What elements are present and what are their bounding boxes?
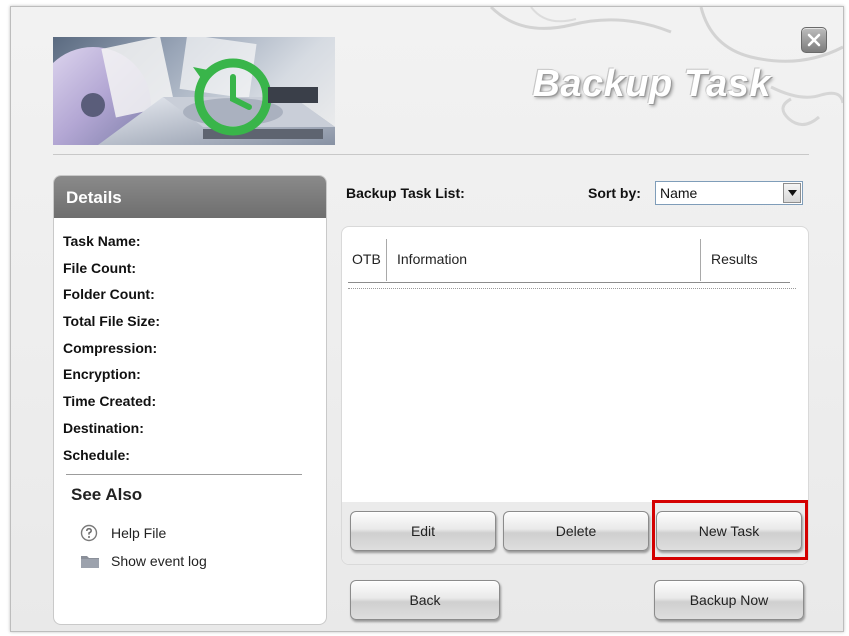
- back-button[interactable]: Back: [350, 580, 500, 620]
- detail-task-name: Task Name:: [63, 233, 141, 249]
- help-file-label: Help File: [111, 525, 167, 542]
- backup-task-window: Backup Task Details Task Name: File Coun…: [10, 6, 844, 632]
- backup-task-list-label: Backup Task List:: [346, 185, 465, 201]
- edit-button[interactable]: Edit: [350, 511, 496, 551]
- show-event-log-link[interactable]: Show event log: [80, 547, 326, 575]
- sort-by-label: Sort by:: [588, 185, 641, 201]
- detail-schedule: Schedule:: [63, 446, 130, 463]
- delete-button[interactable]: Delete: [503, 511, 649, 551]
- details-heading: Details: [54, 176, 326, 218]
- detail-file-count: File Count:: [63, 259, 137, 276]
- see-also-heading: See Also: [71, 485, 143, 505]
- detail-total-file-size: Total File Size:: [63, 313, 160, 330]
- detail-folder-count: Folder Count:: [63, 286, 155, 303]
- close-button[interactable]: [801, 27, 827, 53]
- column-separator: [700, 239, 701, 281]
- detail-time-created: Time Created:: [63, 393, 157, 410]
- new-task-highlight-box: [652, 500, 808, 560]
- header-divider: [53, 154, 809, 155]
- details-panel: Details Task Name: File Count: Folder Co…: [53, 175, 327, 625]
- column-header-results[interactable]: Results: [711, 251, 758, 267]
- help-file-link[interactable]: Help File: [80, 519, 326, 547]
- backup-now-button[interactable]: Backup Now: [654, 580, 804, 620]
- detail-compression: Compression:: [63, 339, 158, 356]
- help-circle-icon: [80, 524, 102, 542]
- detail-encryption: Encryption:: [63, 366, 141, 383]
- details-divider: [66, 474, 302, 476]
- chevron-down-icon: [788, 190, 797, 196]
- show-event-log-label: Show event log: [111, 553, 207, 570]
- backup-banner-image: [53, 37, 335, 145]
- close-x-icon: [807, 33, 821, 47]
- folder-icon: [80, 552, 102, 570]
- dropdown-arrow-button[interactable]: [783, 183, 801, 203]
- window-title: Backup Task: [532, 63, 771, 105]
- detail-field-list: Task Name: File Count: Folder Count: Tot…: [54, 218, 326, 468]
- column-separator: [386, 239, 387, 281]
- column-header-information[interactable]: Information: [397, 251, 467, 267]
- sort-by-select[interactable]: Name: [655, 181, 803, 205]
- list-dotted-divider: [348, 288, 796, 289]
- detail-destination: Destination:: [63, 419, 144, 436]
- column-header-otb[interactable]: OTB: [352, 251, 381, 267]
- column-header-underline: [348, 282, 790, 283]
- sort-by-value: Name: [660, 185, 698, 201]
